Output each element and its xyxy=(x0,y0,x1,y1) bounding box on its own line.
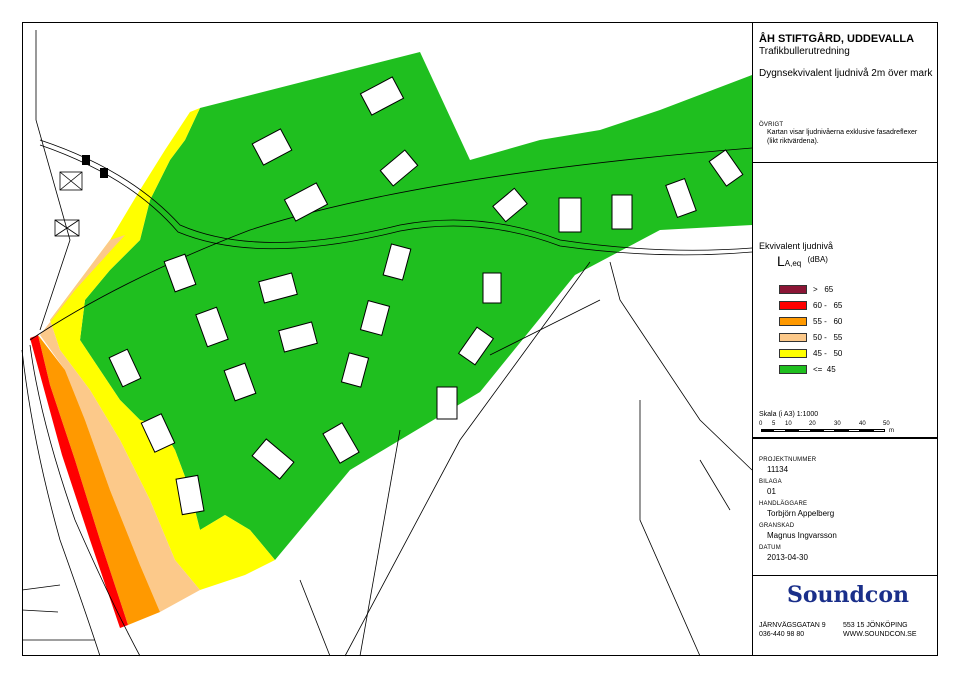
scale-segment xyxy=(860,429,873,432)
legend-swatch xyxy=(779,365,807,374)
legend-label: 45 - 50 xyxy=(813,349,843,358)
date-value: 2013-04-30 xyxy=(767,553,808,562)
scale-segment xyxy=(785,429,799,432)
scale-tick-label: 40 xyxy=(859,421,866,427)
appendix-label: BILAGA xyxy=(759,479,782,485)
legend-subscript: A,eq xyxy=(784,259,802,268)
title-section: ÅH STIFTGÅRD, UDDEVALLA Trafikbullerutre… xyxy=(753,22,938,163)
scale-unit: m xyxy=(889,428,894,434)
map-subtitle: Trafikbullerutredning xyxy=(759,46,850,57)
phone-number: 036-440 98 80 xyxy=(759,631,805,638)
scale-tick-label: 10 xyxy=(785,421,792,427)
legend-unit: (dBA) xyxy=(807,255,828,264)
legend-label: 55 - 60 xyxy=(813,317,843,326)
scale-tick-label: 5 xyxy=(772,421,776,427)
scale-segment xyxy=(823,429,836,432)
legend-section: Ekvivalent ljudnivå LA,eq (dBA) > 65 60 -… xyxy=(753,162,938,439)
legend-label: 50 - 55 xyxy=(813,333,843,342)
scale-bar: 0 5 10 20 30 40 50 m xyxy=(759,421,894,435)
legend-swatch xyxy=(779,333,807,342)
legend-quantity: LA,eq (dBA) xyxy=(777,253,828,269)
project-section: PROJEKTNUMMER 11134 BILAGA 01 HANDLÄGGAR… xyxy=(753,437,938,576)
scale-tick-label: 30 xyxy=(834,421,841,427)
scale-segment xyxy=(810,429,823,432)
scale-segment xyxy=(761,429,774,432)
legend-swatch xyxy=(779,301,807,310)
map-description: Dygnsekvivalent ljudnivå 2m över mark xyxy=(759,68,933,79)
date-label: DATUM xyxy=(759,545,781,551)
scale-segment xyxy=(847,429,861,432)
appendix-value: 01 xyxy=(767,487,776,496)
legend-swatch xyxy=(779,285,807,294)
note-text-1: Kartan visar ljudnivåerna exklusive fasa… xyxy=(767,129,918,136)
project-label: PROJEKTNUMMER xyxy=(759,457,817,463)
legend-title: Ekvivalent ljudnivå xyxy=(759,241,834,251)
note-label: ÖVRIGT xyxy=(759,122,784,128)
reviewer-label: GRANSKAD xyxy=(759,523,795,529)
scale-segment xyxy=(773,429,786,432)
map-title: ÅH STIFTGÅRD, UDDEVALLA xyxy=(759,33,915,45)
legend-swatch xyxy=(779,349,807,358)
scale-segment xyxy=(872,429,885,432)
note-text-2: (likt riktvärdena). xyxy=(767,138,819,145)
scale-tick-label: 50 xyxy=(883,421,890,427)
scale-tick-label: 20 xyxy=(809,421,816,427)
legend-symbol: L xyxy=(777,253,785,269)
noise-map xyxy=(21,30,752,657)
website: WWW.SOUNDCON.SE xyxy=(843,631,917,638)
scale-segment xyxy=(835,429,848,432)
company-logo: Soundcon xyxy=(787,582,909,608)
scale-segment xyxy=(798,429,811,432)
scale-text: Skala (i A3) 1:1000 xyxy=(759,411,819,418)
project-value: 11134 xyxy=(767,465,789,474)
address-line-2: 553 15 JÖNKÖPING xyxy=(843,622,908,629)
legend-label: 60 - 65 xyxy=(813,301,843,310)
reviewer-value: Magnus Ingvarsson xyxy=(767,531,837,540)
scale-tick-label: 0 xyxy=(759,421,763,427)
legend-swatch xyxy=(779,317,807,326)
handler-value: Torbjörn Appelberg xyxy=(767,509,835,518)
address-line-1: JÄRNVÄGSGATAN 9 xyxy=(759,622,826,629)
legend-label: <= 45 xyxy=(813,365,836,374)
title-block: ÅH STIFTGÅRD, UDDEVALLA Trafikbullerutre… xyxy=(752,22,938,656)
handler-label: HANDLÄGGARE xyxy=(759,501,808,507)
legend-label: > 65 xyxy=(813,285,834,294)
